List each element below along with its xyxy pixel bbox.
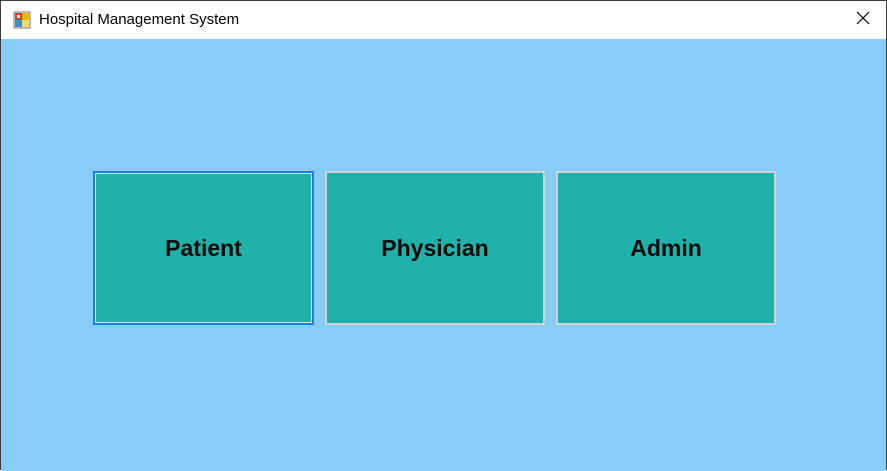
- close-icon: [856, 11, 870, 30]
- physician-button[interactable]: Physician: [325, 171, 545, 325]
- close-button[interactable]: [840, 1, 886, 39]
- window-title: Hospital Management System: [39, 11, 240, 28]
- title-bar[interactable]: Hospital Management System: [1, 1, 886, 39]
- app-window: Hospital Management System Patient Physi…: [0, 0, 887, 471]
- windows-form-icon: [13, 11, 31, 29]
- patient-button[interactable]: Patient: [93, 171, 314, 325]
- admin-button[interactable]: Admin: [556, 171, 776, 325]
- form-client-area: Patient Physician Admin: [1, 39, 886, 471]
